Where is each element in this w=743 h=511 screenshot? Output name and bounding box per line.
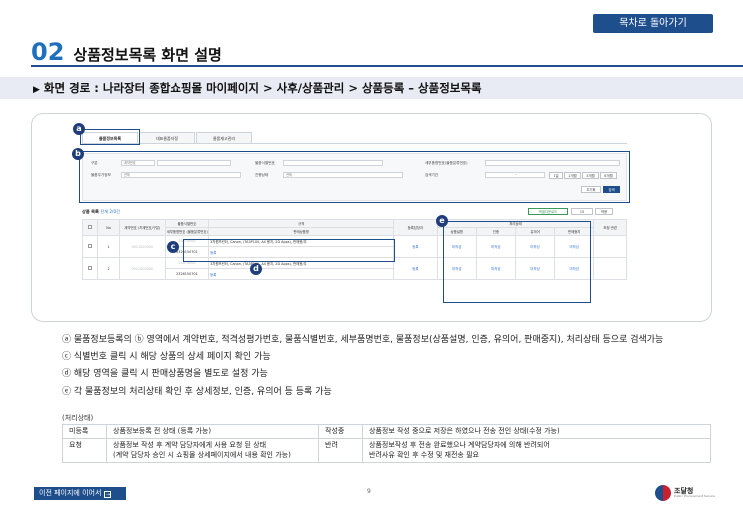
screen-path-value: 나라장터 종합쇼핑몰 마이페이지 > 사후/상품관리 > 상품등록 – 상품정보… — [102, 81, 482, 95]
header-spec: 규격 — [208, 219, 395, 228]
marker-a: a — [73, 123, 85, 135]
row-checkbox[interactable] — [81, 235, 99, 258]
row-adjust — [593, 257, 627, 280]
prev-page-label: 이전 페이지에 이어서 — [39, 489, 102, 497]
marker-e: e — [436, 215, 448, 227]
header-identification: 물품식별번호 — [164, 219, 210, 228]
checkbox-icon — [88, 266, 93, 270]
checkbox-icon — [88, 244, 93, 248]
highlight-b — [79, 151, 630, 203]
status-value: 상품정보 작성 후 계약 담당자에게 사용 요청 된 상태 (계약 담당자 승인… — [106, 438, 319, 464]
screen-path: ▶ 화면 경로 : 나라장터 종합쇼핑몰 마이페이지 > 사후/상품관리 > 상품… — [33, 80, 482, 96]
status-key: 요청 — [62, 438, 107, 464]
header-checkbox[interactable] — [81, 219, 99, 236]
embedded-screenshot: 물품정보목록 대표물품자정 물품재고관리 구분 계약번호 물품식별번호 세부품명… — [68, 123, 630, 308]
page-size-select[interactable]: 15 — [571, 208, 593, 215]
checkbox-icon — [88, 225, 93, 229]
list-title: 상품 목록 — [82, 209, 99, 214]
header-product-name: 판매상품명 — [208, 227, 395, 236]
screen-path-bar: ▶ 화면 경로 : 나라장터 종합쇼핑몰 마이페이지 > 사후/상품관리 > 상품… — [0, 77, 743, 99]
header-no: No — [97, 219, 120, 236]
description-c: ⓒ 식별번호 클릭 시 해당 상품의 상세 페이지 확인 가능 — [62, 352, 271, 362]
highlight-e — [443, 221, 591, 303]
arrow-right-icon: → — [104, 491, 112, 498]
logo-text: 조달청 Public Procurement Service — [674, 488, 715, 498]
row-adjust — [593, 235, 627, 258]
list-count: 전체 2/0건 — [100, 209, 120, 214]
section-number: 02 — [31, 38, 65, 66]
status-value: 상품정보등록 전 상태 (등록 가능) — [106, 423, 319, 440]
description-a: ⓐ 물품정보등록의 ⓑ 영역에서 계약번호, 적격성평가번호, 물품식별번호, … — [62, 335, 664, 345]
page-number: 9 — [367, 488, 371, 495]
header-contract: 계약번호 (차계번호/구분) — [118, 219, 166, 236]
header-adjust: 조정 관련 — [593, 219, 627, 236]
title-text: 상품정보목록 화면 설명 — [73, 46, 222, 64]
row-no: 1 — [97, 235, 120, 258]
row-contract: 0021000000 — [118, 235, 166, 258]
description-d: ⓓ 해당 영역을 클릭 시 판매상품명을 별도로 설정 가능 — [62, 369, 268, 379]
screen-path-label: 화면 경로 : — [43, 81, 99, 95]
triangle-right-icon: ▶ — [33, 85, 40, 95]
toc-button[interactable]: 목차로 돌아가기 — [593, 14, 713, 33]
status-value: 상품정보작성 후 전송 완료했으나 계약담당자에 의해 반려되어 반려사유 확인… — [362, 438, 711, 464]
header-detail-no: 세부품명번호 (물품분류번호) — [164, 227, 210, 236]
marker-b: b — [72, 148, 84, 160]
highlight-d — [183, 239, 395, 262]
title-divider — [31, 65, 743, 67]
row-no: 2 — [97, 257, 120, 280]
status-table-label: (처리상태) — [62, 414, 94, 422]
row-checkbox[interactable] — [81, 257, 99, 280]
page-title: 02 상품정보목록 화면 설명 — [31, 38, 222, 66]
header-registrant: 등록담당자 — [393, 219, 438, 236]
status-key: 작성중 — [318, 423, 363, 440]
row-detail-no: 2326150701 — [164, 268, 210, 280]
list-header: 상품 목록 전체 2/0건 — [82, 209, 120, 215]
status-key: 미등록 — [62, 423, 107, 440]
taegeuk-logo-icon — [655, 485, 671, 501]
marker-c: c — [167, 241, 179, 253]
logo-subtitle: Public Procurement Service — [674, 494, 716, 498]
row-registrant-link[interactable]: 등록 — [393, 235, 438, 258]
row-contract: 0021000000 — [118, 257, 166, 280]
tab-underline — [82, 143, 627, 144]
prev-page-button[interactable]: 이전 페이지에 이어서 → — [34, 487, 126, 500]
highlight-a — [80, 129, 140, 145]
apply-button[interactable]: 적용 — [595, 208, 613, 215]
status-key: 반려 — [318, 438, 363, 464]
status-value: 상품정보 작성 중으로 저장은 하였으나 전송 전인 상태(수정 가능) — [362, 423, 711, 440]
marker-d: d — [250, 263, 262, 275]
excel-download-button[interactable]: 엑셀다운로드 — [528, 208, 568, 215]
status-table: 미등록 상품정보등록 전 상태 (등록 가능) 작성중 상품정보 작성 중으로 … — [62, 423, 711, 464]
row-registrant-link[interactable]: 등록 — [393, 257, 438, 280]
description-e: ⓔ 각 물품정보의 처리상태 확인 후 상세정보, 인증, 유의어 등 등록 가… — [62, 387, 332, 397]
agency-logo: 조달청 Public Procurement Service — [655, 485, 715, 501]
row-product-name-link[interactable]: 등록 — [208, 268, 395, 280]
